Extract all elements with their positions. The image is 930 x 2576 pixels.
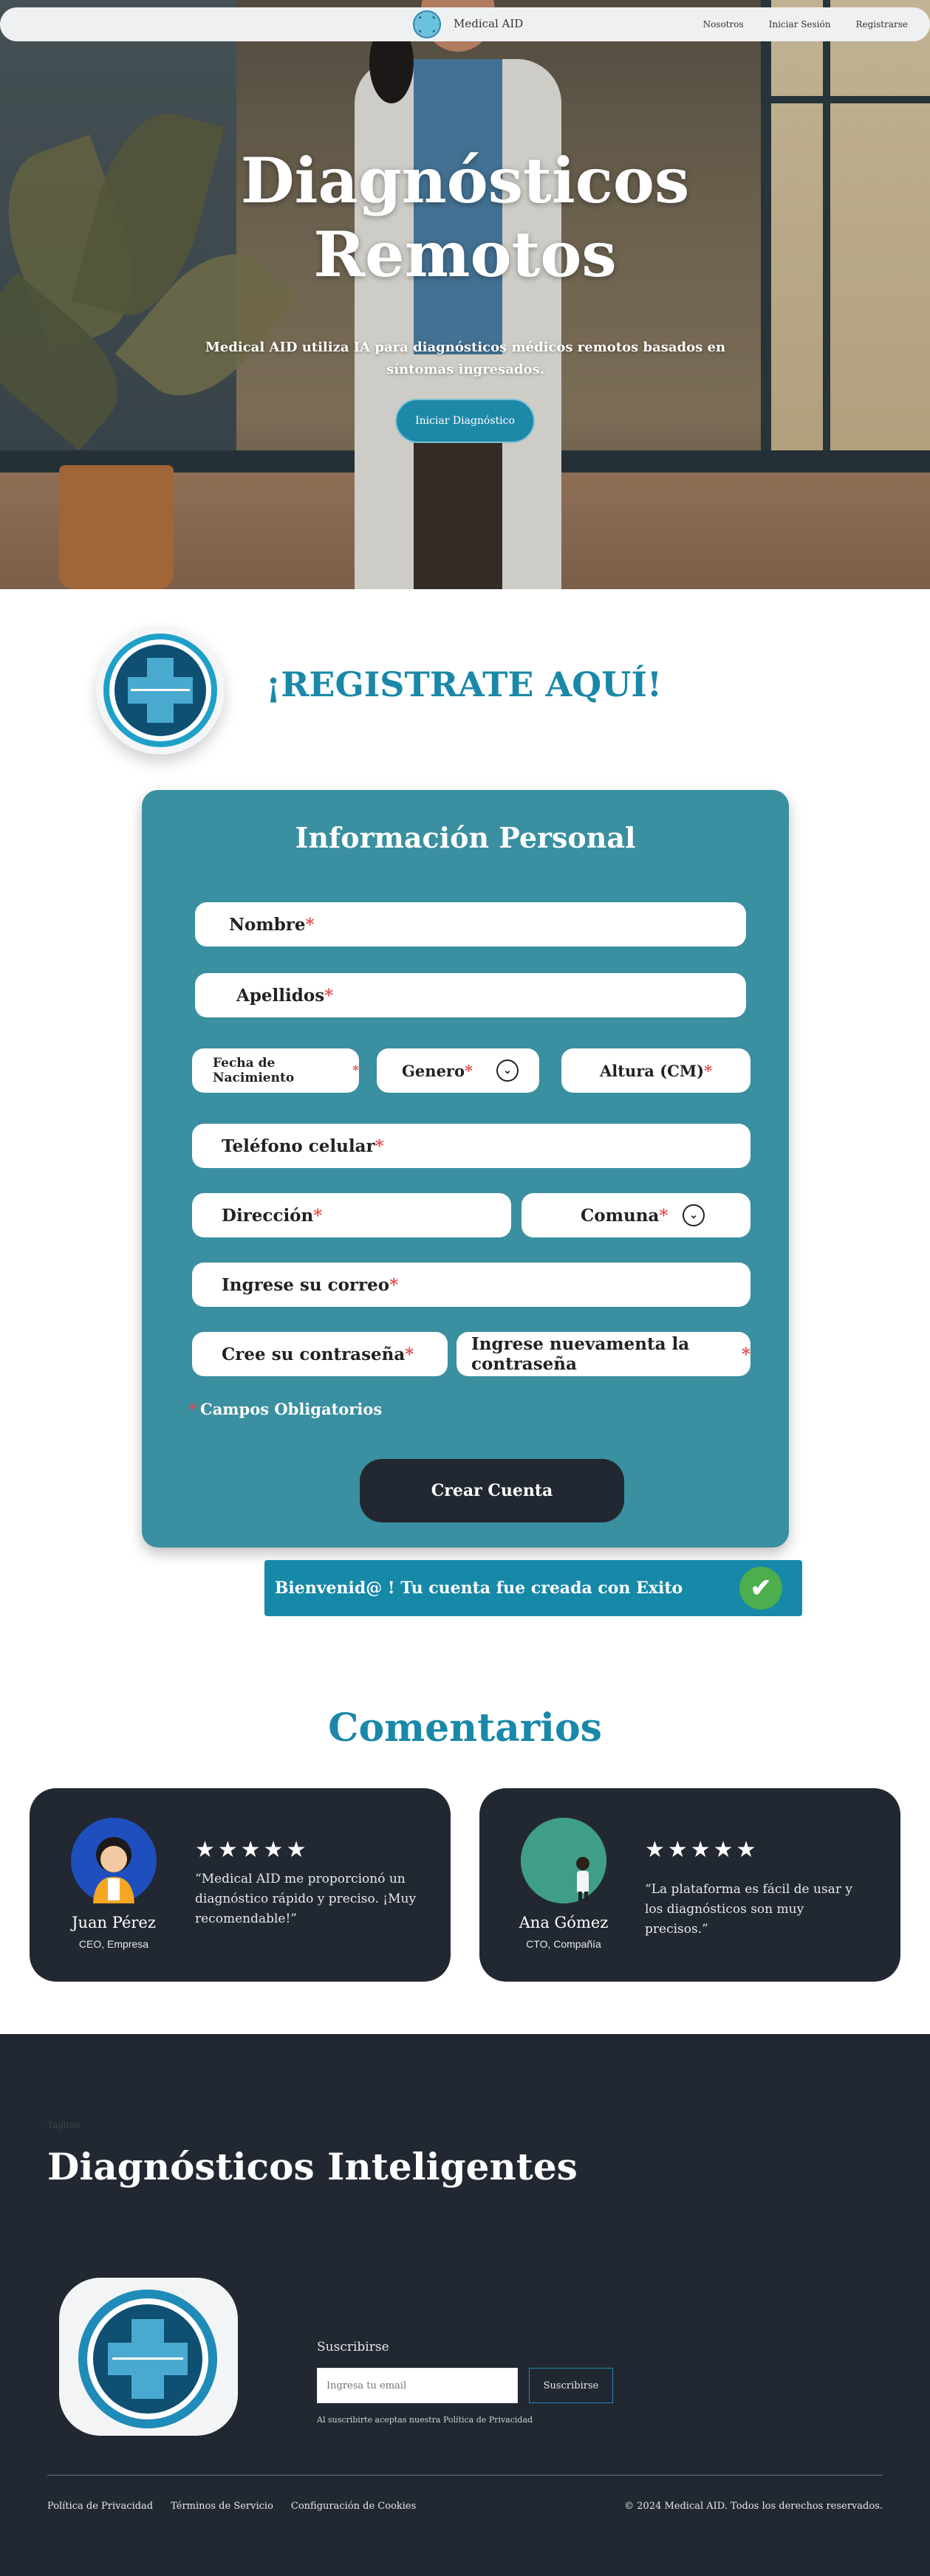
password-field[interactable]: Cree su contraseña * — [192, 1332, 448, 1376]
required-fields-legend: * Campos Obligatorios — [189, 1400, 382, 1418]
terms-link[interactable]: Términos de Servicio — [171, 2501, 273, 2512]
birthdate-field[interactable]: Fecha de Nacimiento * — [192, 1048, 359, 1093]
commenter-name: Ana Gómez — [519, 1914, 609, 1931]
password-label: Cree su contraseña — [222, 1344, 406, 1364]
medical-logo-icon[interactable] — [411, 8, 443, 41]
footer-tagline: Tagline — [47, 2120, 81, 2130]
comments-title: Comentarios — [328, 1706, 602, 1751]
create-account-button[interactable]: Crear Cuenta — [360, 1459, 624, 1522]
nombre-label: Nombre — [229, 914, 306, 935]
required-mark: * — [313, 1205, 323, 1226]
required-mark: * — [352, 1063, 359, 1078]
star-rating: ★★★★★ — [195, 1837, 310, 1863]
comment-card: Juan Pérez CEO, Empresa ★★★★★ “Medical A… — [30, 1788, 451, 1982]
apellidos-field[interactable]: Apellidos * — [195, 973, 746, 1017]
copyright: © 2024 Medical AID. Todos los derechos r… — [624, 2501, 883, 2512]
cookies-settings-link[interactable]: Configuración de Cookies — [291, 2501, 416, 2512]
required-mark: * — [189, 1400, 197, 1418]
confirm-password-field[interactable]: Ingrese nuevamenta la contraseña * — [457, 1332, 751, 1376]
commenter-role: CTO, Compañía — [526, 1938, 601, 1950]
register-title: ¡REGISTRATE AQUÍ! — [266, 664, 663, 704]
nav-links: Nosotros Iniciar Sesión Registrarse — [703, 19, 908, 30]
hero-subtitle: Medical AID utiliza IA para diagnósticos… — [205, 340, 726, 377]
nav-link-nosotros[interactable]: Nosotros — [703, 19, 744, 30]
required-mark: * — [375, 1136, 384, 1156]
registration-form: Información Personal Nombre * Apellidos * … — [142, 790, 789, 1548]
legend-text: Campos Obligatorios — [199, 1400, 383, 1418]
footer-logo-icon — [59, 2278, 238, 2436]
avatar-illustration — [521, 1818, 606, 1903]
footer-title: Diagnósticos Inteligentes — [47, 2145, 578, 2188]
gender-select[interactable]: Genero * ⌄ — [377, 1048, 539, 1093]
brand-name[interactable]: Medical AID — [454, 17, 523, 30]
required-mark: * — [324, 985, 334, 1006]
avatar-illustration — [93, 1837, 134, 1903]
start-diagnosis-button[interactable]: Iniciar Diagnóstico — [395, 399, 535, 443]
email-label: Ingrese su correo — [222, 1274, 390, 1295]
nav-link-login[interactable]: Iniciar Sesión — [769, 19, 831, 30]
comuna-label: Comuna — [581, 1205, 660, 1226]
address-field[interactable]: Dirección * — [192, 1193, 511, 1237]
required-mark: * — [465, 1061, 473, 1080]
hero-section: Medical AID Nosotros Iniciar Sesión Regi… — [0, 0, 930, 589]
required-mark: * — [305, 914, 315, 935]
birthdate-label: Fecha de Nacimiento — [213, 1056, 295, 1085]
footer-links: Política de Privacidad Términos de Servi… — [47, 2501, 416, 2512]
star-rating: ★★★★★ — [645, 1837, 759, 1863]
subscribe-label: Suscribirse — [317, 2340, 389, 2355]
chevron-down-icon[interactable]: ⌄ — [683, 1204, 705, 1226]
required-mark: * — [704, 1061, 713, 1080]
phone-field[interactable]: Teléfono celular * — [192, 1124, 751, 1168]
subscribe-button[interactable]: Suscribirse — [529, 2368, 613, 2403]
address-label: Dirección — [222, 1205, 314, 1226]
phone-label: Teléfono celular — [222, 1136, 375, 1156]
apellidos-label: Apellidos — [236, 985, 325, 1006]
comment-quote: “La plataforma es fácil de usar y los di… — [645, 1882, 852, 1937]
comuna-select[interactable]: Comuna * ⌄ — [522, 1193, 751, 1237]
comment-quote: “Medical AID me proporcionó un diagnósti… — [195, 1872, 417, 1926]
required-mark: * — [405, 1344, 414, 1364]
top-navbar: Medical AID Nosotros Iniciar Sesión Regi… — [0, 7, 930, 41]
confirm-password-label: Ingrese nuevamenta la contraseña — [471, 1334, 690, 1374]
avatar — [71, 1818, 157, 1903]
required-mark: * — [741, 1344, 751, 1364]
nombre-field[interactable]: Nombre * — [195, 902, 746, 947]
hero-title: Diagnósticos Remotos — [0, 144, 930, 292]
email-field[interactable]: Ingrese su correo * — [192, 1263, 751, 1307]
hero-title-line1: Diagnósticos — [240, 144, 690, 217]
commenter-name: Juan Pérez — [72, 1914, 156, 1931]
register-logo-icon — [96, 626, 225, 755]
footer-divider — [47, 2475, 883, 2476]
check-circle-icon: ✔ — [739, 1567, 782, 1610]
required-mark: * — [389, 1274, 399, 1295]
hero-title-line2: Remotos — [313, 218, 617, 291]
nav-link-register[interactable]: Registrarse — [855, 19, 908, 30]
height-field[interactable]: Altura (CM) * — [561, 1048, 751, 1093]
height-label: Altura (CM) — [600, 1061, 705, 1080]
required-mark: * — [659, 1205, 669, 1226]
comment-card: Ana Gómez CTO, Compañía ★★★★★ “La plataf… — [479, 1788, 900, 1982]
subscribe-consent: Al suscribirte aceptas nuestra Política … — [317, 2415, 533, 2425]
chevron-down-icon[interactable]: ⌄ — [496, 1059, 519, 1082]
subscribe-email-input[interactable] — [317, 2368, 518, 2403]
commenter-role: CEO, Empresa — [78, 1938, 149, 1950]
privacy-policy-link[interactable]: Política de Privacidad — [47, 2501, 153, 2512]
success-message: Bienvenid@ ! Tu cuenta fue creada con Ex… — [274, 1579, 683, 1598]
form-title: Información Personal — [295, 821, 636, 854]
avatar — [521, 1818, 606, 1903]
gender-label: Genero — [402, 1061, 465, 1080]
success-banner: Bienvenid@ ! Tu cuenta fue creada con Ex… — [264, 1560, 802, 1616]
hero-overlay — [0, 0, 930, 589]
footer: Tagline Diagnósticos Inteligentes Suscri… — [0, 2034, 930, 2576]
